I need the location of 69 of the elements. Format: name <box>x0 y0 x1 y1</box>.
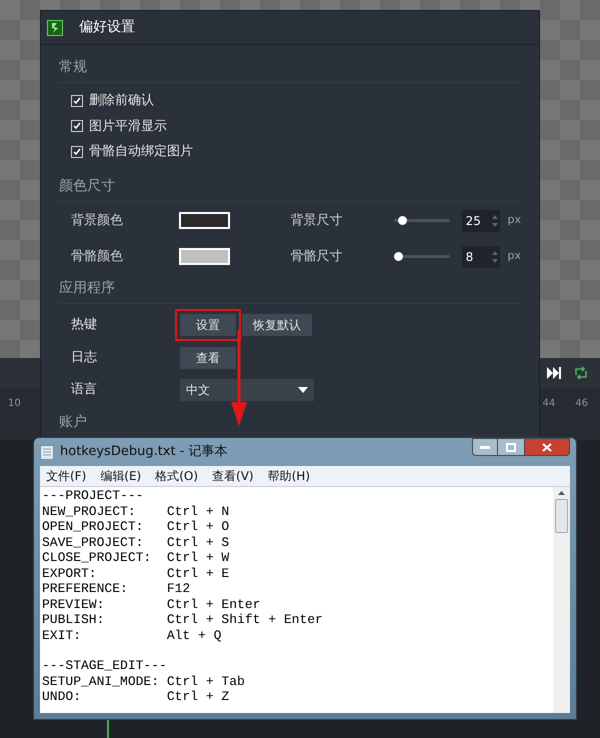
language-dropdown[interactable]: 中文 <box>180 378 314 400</box>
menu-item[interactable]: 帮助(H) <box>268 467 310 485</box>
menu-item[interactable]: 查看(V) <box>212 467 254 485</box>
section-heading: 常规 <box>59 59 87 75</box>
checkbox[interactable] <box>71 120 83 132</box>
checkbox[interactable] <box>71 94 83 107</box>
text-line: PREFERENCE: F12 <box>42 581 192 596</box>
section-heading: 账户 <box>59 414 87 430</box>
menu-item[interactable]: 文件(F) <box>46 467 86 485</box>
text-line: PUBLISH: Ctrl + Shift + Enter <box>42 612 324 628</box>
scroll-thumb[interactable] <box>555 499 568 533</box>
menu-item[interactable]: 编辑(E) <box>100 467 142 485</box>
maximize-icon <box>506 442 516 452</box>
slider-track[interactable] <box>394 219 450 222</box>
unit-label: px <box>508 248 521 264</box>
section-heading: 应用程序 <box>59 280 115 296</box>
log-label: 日志 <box>71 348 98 367</box>
text-line: ---STAGE_EDIT--- <box>42 658 168 674</box>
view-button[interactable]: 查看 <box>180 346 236 368</box>
number-field[interactable]: 8 <box>462 246 500 268</box>
checkbox-label: 骨骼自动绑定图片 <box>89 143 193 161</box>
size-label: 骨骼尺寸 <box>290 248 344 266</box>
size-label: 背景尺寸 <box>290 212 344 230</box>
text-line: EXIT: Alt + Q <box>42 628 222 643</box>
close-button[interactable] <box>524 438 570 456</box>
checkbox-label: 删除前确认 <box>89 92 154 110</box>
window-title: hotkeysDebug.txt - 记事本 <box>60 443 228 462</box>
text-line: NEW_PROJECT: Ctrl + N <box>42 504 230 519</box>
skip-end-icon[interactable] <box>546 366 562 380</box>
checkbox-label: 图片平滑显示 <box>89 118 167 136</box>
language-label: 语言 <box>71 380 98 399</box>
color-label: 骨骼颜色 <box>71 248 124 266</box>
maximize-button[interactable] <box>498 438 524 456</box>
slider-track[interactable] <box>394 255 450 258</box>
scroll-up-icon[interactable] <box>558 491 565 495</box>
ruler-label: 44 <box>542 397 556 411</box>
text-line: EXPORT: Ctrl + E <box>42 566 230 581</box>
text-line: SETUP_ANI_MODE: Ctrl + Tab <box>42 674 246 689</box>
close-icon <box>542 442 552 452</box>
text-line: OPEN_PROJECT: Ctrl + O <box>42 519 230 534</box>
text-line: UNDO: Ctrl + Z <box>42 689 230 704</box>
hotkeys-label: 热键 <box>71 316 98 334</box>
dialog-title: 偏好设置 <box>79 18 135 37</box>
number-field[interactable]: 25 <box>462 210 500 232</box>
text-line: PREVIEW: Ctrl + Enter <box>42 596 262 612</box>
unit-label: px <box>508 212 521 228</box>
checkbox[interactable] <box>71 146 83 158</box>
spinner-icon[interactable] <box>492 212 498 228</box>
text-line: CLOSE_PROJECT: Ctrl + W <box>42 550 230 566</box>
color-swatch[interactable] <box>178 212 230 229</box>
loop-icon[interactable] <box>574 366 588 380</box>
ruler-label: 10 <box>8 397 21 411</box>
spinner-icon[interactable] <box>492 248 498 264</box>
slider-thumb[interactable] <box>394 252 404 261</box>
color-label: 背景颜色 <box>71 212 124 230</box>
slider-thumb[interactable] <box>398 216 408 225</box>
minimize-button[interactable] <box>472 438 498 456</box>
notepad-icon <box>40 444 54 460</box>
settings-button[interactable]: 恢复默认 <box>242 314 312 336</box>
color-swatch[interactable] <box>178 248 230 265</box>
menu-item[interactable]: 格式(O) <box>155 467 198 485</box>
text-line: SAVE_PROJECT: Ctrl + S <box>42 534 230 550</box>
minimize-icon <box>480 446 490 448</box>
app-logo-icon <box>47 20 63 36</box>
settings-button[interactable]: 设置 <box>180 314 236 336</box>
text-line: ---PROJECT--- <box>42 488 144 504</box>
ruler-label: 46 <box>575 397 588 411</box>
scrollbar[interactable] <box>553 487 570 713</box>
section-heading: 颜色尺寸 <box>59 178 115 194</box>
